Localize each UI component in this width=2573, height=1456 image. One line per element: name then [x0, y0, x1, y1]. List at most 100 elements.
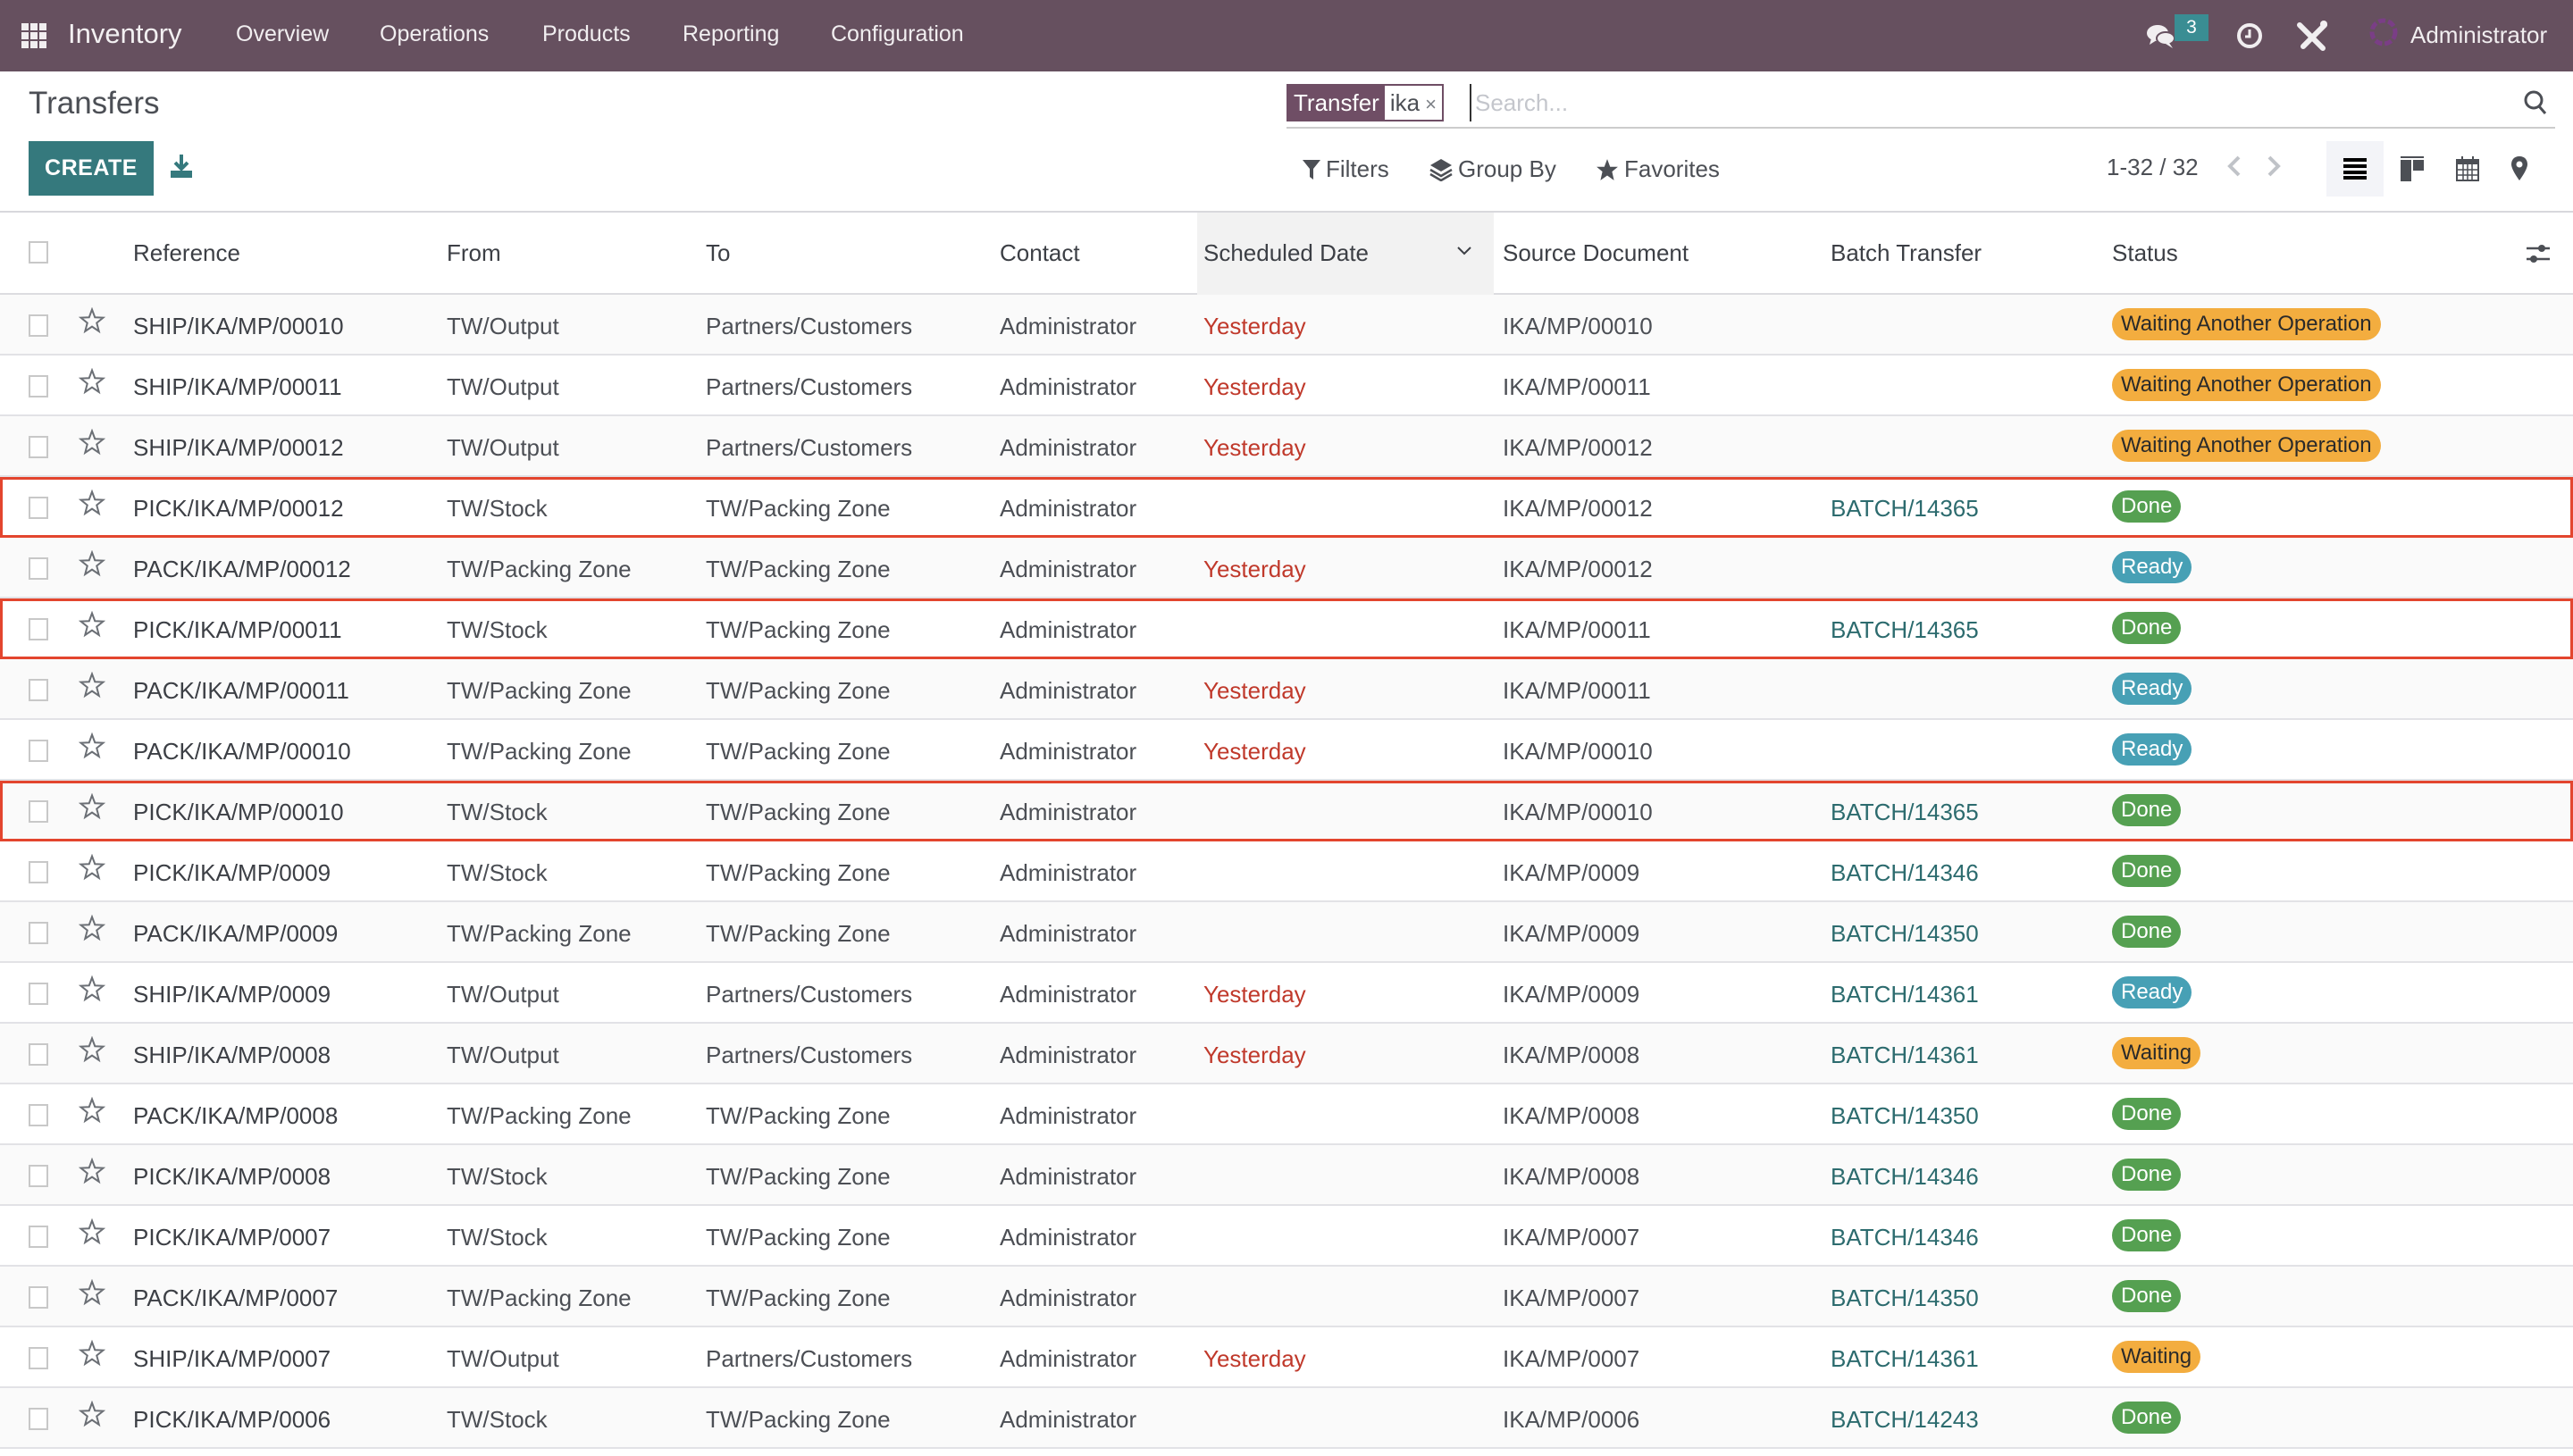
- table-row[interactable]: PACK/IKA/MP/00012 TW/Packing Zone TW/Packi…: [0, 538, 2573, 598]
- pager-next-icon[interactable]: [2266, 154, 2282, 185]
- view-list-button[interactable]: [2326, 141, 2384, 197]
- row-checkbox[interactable]: [29, 1226, 48, 1248]
- row-checkbox[interactable]: [29, 1104, 48, 1126]
- star-icon[interactable]: [78, 1218, 106, 1250]
- search-input[interactable]: [1470, 84, 2452, 121]
- star-icon[interactable]: [78, 428, 106, 460]
- cell-batch-transfer[interactable]: BATCH/14365: [1831, 799, 1979, 826]
- chat-icon[interactable]: [2146, 23, 2176, 54]
- star-icon[interactable]: [78, 367, 106, 399]
- tools-icon[interactable]: [2296, 20, 2328, 56]
- view-calendar-button[interactable]: [2439, 141, 2496, 197]
- menu-operations[interactable]: Operations: [380, 21, 489, 47]
- star-icon[interactable]: [78, 610, 106, 642]
- cell-batch-transfer[interactable]: BATCH/14365: [1831, 495, 1979, 523]
- cell-batch-transfer[interactable]: BATCH/14361: [1831, 1345, 1979, 1373]
- menu-overview[interactable]: Overview: [236, 21, 329, 47]
- table-row[interactable]: SHIP/IKA/MP/00010 TW/Output Partners/Custo…: [0, 295, 2573, 356]
- sort-descending-icon[interactable]: [1456, 245, 1472, 261]
- view-kanban-button[interactable]: [2384, 141, 2441, 197]
- table-row[interactable]: SHIP/IKA/MP/0008 TW/Output Partners/Custom…: [0, 1024, 2573, 1084]
- menu-products[interactable]: Products: [542, 21, 631, 47]
- menu-configuration[interactable]: Configuration: [831, 21, 964, 47]
- row-checkbox[interactable]: [29, 800, 48, 823]
- row-checkbox[interactable]: [29, 1043, 48, 1066]
- view-map-button[interactable]: [2491, 141, 2548, 197]
- company-logo[interactable]: [2368, 16, 2400, 56]
- star-icon[interactable]: [78, 671, 106, 703]
- row-checkbox[interactable]: [29, 983, 48, 1005]
- row-checkbox[interactable]: [29, 1347, 48, 1369]
- table-row[interactable]: PACK/IKA/MP/00010 TW/Packing Zone TW/Packi…: [0, 720, 2573, 781]
- star-icon[interactable]: [78, 1339, 106, 1371]
- column-source-document[interactable]: Source Document: [1503, 239, 1689, 267]
- star-icon[interactable]: [78, 306, 106, 339]
- facet-remove-icon[interactable]: ×: [1425, 93, 1437, 115]
- star-icon[interactable]: [78, 732, 106, 764]
- create-button[interactable]: CREATE: [29, 141, 154, 196]
- row-checkbox[interactable]: [29, 861, 48, 883]
- row-checkbox[interactable]: [29, 618, 48, 640]
- table-row[interactable]: SHIP/IKA/MP/0009 TW/Output Partners/Custom…: [0, 963, 2573, 1024]
- cell-batch-transfer[interactable]: BATCH/14346: [1831, 1224, 1979, 1251]
- cell-batch-transfer[interactable]: BATCH/14361: [1831, 981, 1979, 1008]
- table-row[interactable]: PACK/IKA/MP/0008 TW/Packing Zone TW/Packin…: [0, 1084, 2573, 1145]
- optional-columns-icon[interactable]: [2525, 241, 2552, 271]
- column-scheduled-date[interactable]: Scheduled Date: [1203, 239, 1369, 267]
- table-row[interactable]: PICK/IKA/MP/0006 TW/Stock TW/Packing Zone A…: [0, 1388, 2573, 1449]
- star-icon[interactable]: [78, 853, 106, 885]
- apps-grid-icon[interactable]: [21, 23, 46, 48]
- column-batch-transfer[interactable]: Batch Transfer: [1831, 239, 1982, 267]
- group-by-button[interactable]: Group By: [1429, 155, 1556, 183]
- cell-batch-transfer[interactable]: BATCH/14350: [1831, 920, 1979, 948]
- star-icon[interactable]: [78, 549, 106, 582]
- star-icon[interactable]: [78, 1278, 106, 1310]
- star-icon[interactable]: [78, 1157, 106, 1189]
- table-row[interactable]: PICK/IKA/MP/00011 TW/Stock TW/Packing Zone…: [0, 598, 2573, 659]
- table-row[interactable]: PACK/IKA/MP/0007 TW/Packing Zone TW/Packin…: [0, 1267, 2573, 1327]
- column-to[interactable]: To: [706, 239, 730, 267]
- table-row[interactable]: SHIP/IKA/MP/00012 TW/Output Partners/Custo…: [0, 416, 2573, 477]
- favorites-button[interactable]: Favorites: [1596, 155, 1720, 183]
- cell-batch-transfer[interactable]: BATCH/14346: [1831, 1163, 1979, 1191]
- column-from[interactable]: From: [447, 239, 501, 267]
- row-checkbox[interactable]: [29, 1408, 48, 1430]
- table-row[interactable]: PICK/IKA/MP/0008 TW/Stock TW/Packing Zone A…: [0, 1145, 2573, 1206]
- app-name[interactable]: Inventory: [68, 18, 182, 50]
- select-all-checkbox[interactable]: [29, 241, 48, 264]
- star-icon[interactable]: [78, 489, 106, 521]
- cell-batch-transfer[interactable]: BATCH/14243: [1831, 1406, 1979, 1434]
- star-icon[interactable]: [78, 792, 106, 824]
- clock-icon[interactable]: [2235, 21, 2264, 54]
- row-checkbox[interactable]: [29, 436, 48, 458]
- cell-batch-transfer[interactable]: BATCH/14365: [1831, 616, 1979, 644]
- row-checkbox[interactable]: [29, 497, 48, 519]
- column-reference[interactable]: Reference: [133, 239, 240, 267]
- star-icon[interactable]: [78, 1400, 106, 1432]
- cell-batch-transfer[interactable]: BATCH/14350: [1831, 1284, 1979, 1312]
- row-checkbox[interactable]: [29, 1286, 48, 1309]
- search-icon[interactable]: [2523, 89, 2548, 121]
- column-status[interactable]: Status: [2112, 239, 2178, 267]
- row-checkbox[interactable]: [29, 314, 48, 337]
- cell-batch-transfer[interactable]: BATCH/14361: [1831, 1042, 1979, 1069]
- table-row[interactable]: PACK/IKA/MP/0009 TW/Packing Zone TW/Packin…: [0, 902, 2573, 963]
- star-icon[interactable]: [78, 1096, 106, 1128]
- row-checkbox[interactable]: [29, 740, 48, 762]
- star-icon[interactable]: [78, 1035, 106, 1067]
- menu-reporting[interactable]: Reporting: [683, 21, 779, 47]
- row-checkbox[interactable]: [29, 375, 48, 397]
- table-row[interactable]: PICK/IKA/MP/00010 TW/Stock TW/Packing Zone…: [0, 781, 2573, 841]
- star-icon[interactable]: [78, 975, 106, 1007]
- table-row[interactable]: SHIP/IKA/MP/0007 TW/Output Partners/Custom…: [0, 1327, 2573, 1388]
- row-checkbox[interactable]: [29, 922, 48, 944]
- table-row[interactable]: SHIP/IKA/MP/00011 TW/Output Partners/Custo…: [0, 356, 2573, 416]
- download-icon[interactable]: [170, 154, 193, 183]
- table-row[interactable]: PICK/IKA/MP/00012 TW/Stock TW/Packing Zone…: [0, 477, 2573, 538]
- row-checkbox[interactable]: [29, 557, 48, 580]
- pager-previous-icon[interactable]: [2226, 154, 2242, 185]
- star-icon[interactable]: [78, 914, 106, 946]
- cell-batch-transfer[interactable]: BATCH/14350: [1831, 1102, 1979, 1130]
- column-contact[interactable]: Contact: [1000, 239, 1080, 267]
- row-checkbox[interactable]: [29, 679, 48, 701]
